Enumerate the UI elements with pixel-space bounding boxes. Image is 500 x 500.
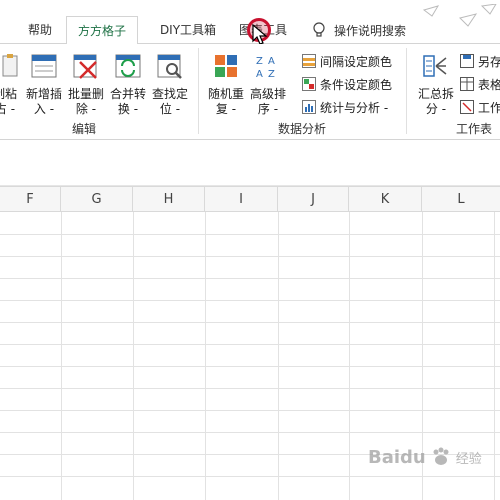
group-separator (198, 48, 199, 134)
random-duplicate-label-1: 随机重 (207, 87, 244, 101)
paste-label-1: 制粘 (0, 87, 17, 101)
row-gridline (0, 476, 500, 477)
lightbulb-icon (313, 22, 325, 37)
column-header-g[interactable]: G (61, 187, 133, 212)
interval-color-label: 间隔设定颜色 (320, 54, 393, 69)
insert-button[interactable]: 新增插 入 - (24, 52, 64, 117)
condition-color-label: 条件设定颜色 (320, 77, 393, 92)
summary-split-button[interactable]: 汇总拆 分 - (416, 52, 456, 117)
svg-text:A: A (268, 56, 275, 67)
insert-label-1: 新增插 (25, 87, 62, 101)
baidu-jingyan-watermark: Baidu 经验 (368, 446, 482, 468)
group-label-worksheet: 工作表 (456, 122, 493, 136)
row-gridline (0, 234, 500, 235)
random-duplicate-button[interactable]: 随机重 复 - (206, 52, 246, 117)
save-as-label: 另存 (478, 54, 500, 69)
tab-diy-toolbox[interactable]: DIY工具箱 (146, 16, 230, 45)
table-icon (460, 77, 474, 91)
paste-icon (2, 54, 18, 77)
advanced-sort-label-1: 高级排 (249, 87, 286, 101)
worksheet-button[interactable]: 工作 (460, 97, 500, 117)
paste-button[interactable]: 制粘 占 - (0, 52, 22, 117)
column-header-l[interactable]: L (422, 187, 500, 212)
watermark-text: Baidu (368, 446, 426, 468)
watermark-suffix: 经验 (455, 451, 482, 467)
merge-convert-label-1: 合并转 (109, 87, 146, 101)
batch-delete-label-1: 批量删 (67, 87, 104, 101)
svg-text:A: A (256, 69, 263, 80)
row-gridline (0, 322, 500, 323)
find-icon (157, 54, 182, 79)
interval-color-icon (302, 54, 316, 68)
insert-label-2: 入 - (33, 102, 55, 116)
column-header-j[interactable]: J (278, 187, 349, 212)
merge-convert-label-2: 换 - (117, 102, 139, 116)
row-gridline (0, 366, 500, 367)
group-label-data-analysis: 数据分析 (278, 122, 327, 136)
save-as-button[interactable]: 另存 (460, 51, 500, 71)
table-button[interactable]: 表格 (460, 74, 500, 94)
random-duplicate-label-2: 复 - (215, 102, 237, 116)
insert-icon (31, 54, 57, 78)
mouse-pointer-icon (252, 24, 268, 45)
random-color-blocks-icon (215, 55, 237, 77)
find-locate-label-1: 查找定 (151, 87, 188, 101)
stats-analysis-button[interactable]: 统计与分析 - (302, 97, 388, 117)
column-header-i[interactable]: I (205, 187, 278, 212)
svg-text:Z: Z (256, 56, 263, 67)
merge-convert-button[interactable]: 合并转 换 - (108, 52, 148, 117)
column-header-k[interactable]: K (349, 187, 422, 212)
column-header-h[interactable]: H (133, 187, 205, 212)
batch-delete-button[interactable]: 批量删 除 - (66, 52, 106, 117)
summary-split-label-1: 汇总拆 (417, 87, 454, 101)
tab-fangfang[interactable]: 方方格子 (66, 16, 138, 45)
summary-split-icon (423, 55, 447, 77)
excel-window: 帮助 方方格子 DIY工具箱 图表工具 操作说明搜索 制 (0, 0, 500, 500)
row-gridline (0, 278, 500, 279)
interval-color-button[interactable]: 间隔设定颜色 (302, 51, 392, 71)
paw-logo-icon (433, 447, 449, 465)
find-locate-label-2: 位 - (159, 102, 181, 116)
row-gridline (0, 432, 500, 433)
condition-color-button[interactable]: 条件设定颜色 (302, 74, 392, 94)
group-label-edit: 编辑 (72, 122, 97, 136)
advanced-sort-label-2: 序 - (257, 102, 279, 116)
row-gridline (0, 300, 500, 301)
ribbon-panel: 制粘 占 - 新增插 入 - 批量删 除 - (0, 44, 500, 140)
stats-analysis-label: 统计与分析 - (320, 100, 389, 115)
condition-color-icon (302, 77, 316, 91)
paste-label-2: 占 - (0, 102, 16, 116)
tab-help[interactable]: 帮助 (20, 16, 60, 45)
stats-analysis-icon (302, 100, 316, 114)
batch-delete-label-2: 除 - (75, 102, 97, 116)
formula-bar-area[interactable] (0, 140, 500, 186)
column-header-row: F G H I J K L (0, 186, 500, 212)
group-separator (406, 48, 407, 134)
sort-az-icon: Z A A Z (256, 56, 275, 80)
row-gridline (0, 410, 500, 411)
row-gridline (0, 344, 500, 345)
worksheet-icon (460, 100, 474, 114)
delete-table-icon (73, 54, 97, 79)
find-locate-button[interactable]: 查找定 位 - (150, 52, 190, 117)
column-header-f[interactable]: F (0, 187, 61, 212)
row-gridline (0, 388, 500, 389)
worksheet-label: 工作 (478, 100, 500, 115)
advanced-sort-button[interactable]: Z A A Z 高级排 序 - (248, 52, 288, 117)
summary-split-label-2: 分 - (425, 102, 447, 116)
paper-plane-decoration-icon (422, 4, 497, 27)
row-gridline (0, 256, 500, 257)
tell-me-label: 操作说明搜索 (334, 23, 407, 38)
ribbon-tab-bar: 帮助 方方格子 DIY工具箱 图表工具 操作说明搜索 (0, 0, 500, 45)
tell-me-search[interactable]: 操作说明搜索 (312, 16, 406, 44)
table-label: 表格 (478, 77, 500, 92)
svg-text:Z: Z (268, 69, 275, 80)
merge-convert-icon (115, 54, 141, 78)
save-as-icon (460, 54, 474, 68)
